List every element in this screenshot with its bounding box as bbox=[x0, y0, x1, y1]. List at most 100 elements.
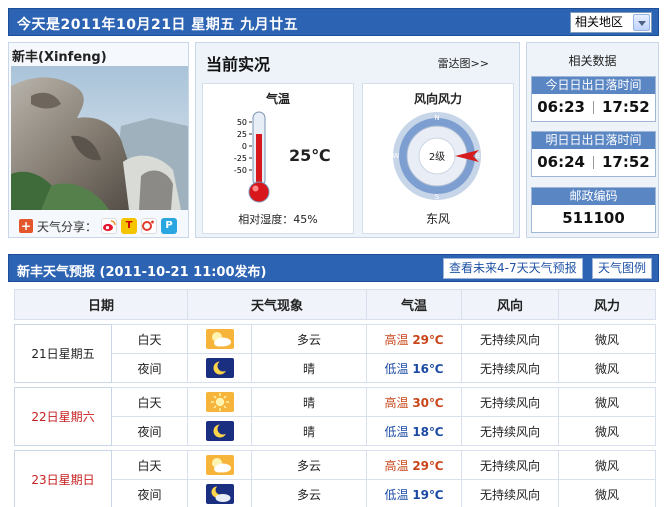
header-date: 日期 bbox=[13, 289, 189, 320]
forecast-date: 21日星期五 bbox=[14, 324, 112, 383]
forecast-table: 日期 天气现象 气温 风向 风力 21日星期五 白天 多云 高温 29℃ 无持续… bbox=[13, 289, 657, 507]
table-row: 夜间 多云 低温 19℃ 无持续风向 微风 bbox=[15, 479, 657, 507]
wind-direction: 无持续风向 bbox=[461, 479, 560, 507]
period-label: 白天 bbox=[110, 387, 189, 417]
city-panel: 新丰(Xinfeng) + 天气分享： T P bbox=[8, 42, 189, 238]
header-temperature: 气温 bbox=[366, 289, 463, 320]
thermometer-tick-label: 0 bbox=[242, 142, 247, 151]
thermometer-tick-label: -25 bbox=[234, 154, 247, 163]
compass-east-label: E bbox=[476, 152, 480, 160]
compass-south-label: S bbox=[435, 193, 440, 201]
today-sunset: 17:52 bbox=[602, 98, 650, 116]
header-weather: 天气现象 bbox=[187, 289, 368, 320]
date-header-bar: 今天是2011年10月21日 星期五 九月廿五 相关地区 bbox=[8, 8, 659, 36]
chevron-down-icon[interactable] bbox=[633, 14, 650, 31]
temp-label: 低温 bbox=[384, 361, 409, 376]
weather-text: 晴 bbox=[251, 416, 368, 446]
period-label: 白天 bbox=[110, 324, 189, 354]
forecast-title: 新丰天气预报 (2011-10-21 11:00发布) bbox=[17, 265, 267, 280]
period-label: 夜间 bbox=[110, 479, 189, 507]
sunny-icon bbox=[205, 392, 234, 412]
view-4-7-day-forecast-button[interactable]: 查看未来4-7天天气预报 bbox=[443, 258, 583, 279]
weather-text: 多云 bbox=[251, 450, 368, 480]
wind-direction: 无持续风向 bbox=[461, 416, 560, 446]
thermometer-icon: 50 25 0 -25 -50 bbox=[234, 111, 270, 203]
radar-map-link[interactable]: 雷达图>> bbox=[438, 55, 489, 71]
wind-force: 微风 bbox=[558, 416, 657, 446]
temp-value: 29℃ bbox=[412, 458, 444, 473]
postal-code-value: 511100 bbox=[562, 209, 625, 227]
tomorrow-sun-times: 明日日出日落时间 06:24 17:52 bbox=[531, 131, 656, 177]
today-sun-label: 今日日出日落时间 bbox=[532, 77, 655, 94]
weather-text: 晴 bbox=[251, 387, 368, 417]
weibo-share-icon[interactable] bbox=[101, 218, 118, 234]
temp-label: 高温 bbox=[384, 395, 409, 410]
wind-direction: 无持续风向 bbox=[461, 387, 560, 417]
temperature-panel-title: 气温 bbox=[265, 92, 290, 106]
weather-share: + 天气分享： T P bbox=[19, 217, 178, 235]
compass-north-label: N bbox=[434, 114, 439, 122]
current-date-text: 今天是2011年10月21日 星期五 九月廿五 bbox=[17, 17, 299, 33]
wind-direction: 无持续风向 bbox=[461, 450, 560, 480]
partly-cloudy-night-icon bbox=[205, 484, 234, 504]
table-row: 夜间 晴 低温 18℃ 无持续风向 微风 bbox=[15, 416, 657, 446]
temp-value: 29℃ bbox=[412, 332, 444, 347]
wind-force: 微风 bbox=[558, 450, 657, 480]
add-share-icon[interactable]: + bbox=[19, 219, 33, 233]
compass-west-label: W bbox=[393, 152, 400, 160]
table-row: 22日星期六 白天 晴 高温 30℃ 无持续风向 微风 bbox=[14, 387, 657, 446]
related-region-select[interactable]: 相关地区 bbox=[570, 12, 652, 33]
table-row: 23日星期日 白天 多云 高温 29℃ 无持续风向 微风 bbox=[14, 450, 657, 507]
wind-force: 微风 bbox=[558, 353, 657, 383]
temperature-panel: 气温 50 25 0 -25 -50 25℃ 相对湿度：45% bbox=[202, 83, 354, 234]
wind-panel-title: 风向风力 bbox=[413, 92, 462, 106]
tomorrow-sunset: 17:52 bbox=[602, 153, 650, 171]
today-sunrise: 06:23 bbox=[537, 98, 585, 116]
temp-label: 高温 bbox=[384, 332, 409, 347]
tomorrow-sunrise: 06:24 bbox=[537, 153, 585, 171]
wind-panel: 风向风力 N E S W 2级 东风 bbox=[362, 83, 514, 234]
share-label: 天气分享： bbox=[37, 219, 98, 234]
weather-text: 晴 bbox=[251, 353, 368, 383]
period-label: 夜间 bbox=[110, 416, 189, 446]
current-temperature: 25℃ bbox=[289, 146, 331, 165]
weather-text: 多云 bbox=[251, 324, 368, 354]
wind-force: 微风 bbox=[558, 324, 657, 354]
wind-direction: 无持续风向 bbox=[461, 324, 560, 354]
related-data-title: 相关数据 bbox=[568, 54, 617, 68]
kaixin-share-icon[interactable] bbox=[141, 218, 158, 234]
thermometer-tick-label: 50 bbox=[237, 118, 247, 127]
postal-code-label: 邮政编码 bbox=[532, 188, 655, 205]
temp-value: 19℃ bbox=[412, 487, 444, 502]
table-row: 21日星期五 白天 多云 高温 29℃ 无持续风向 微风 bbox=[14, 324, 657, 383]
period-label: 夜间 bbox=[110, 353, 189, 383]
current-conditions-panel: 当前实况 雷达图>> 气温 50 25 0 -25 -50 25℃ 相对湿度：4… bbox=[195, 42, 520, 238]
temp-value: 18℃ bbox=[412, 424, 444, 439]
temp-label: 高温 bbox=[384, 458, 409, 473]
header-wind-force: 风力 bbox=[558, 289, 657, 320]
weather-text: 多云 bbox=[251, 479, 368, 507]
temp-label: 低温 bbox=[384, 487, 409, 502]
region-select-value: 相关地区 bbox=[575, 15, 624, 29]
temp-label: 低温 bbox=[384, 424, 409, 439]
temp-value: 16℃ bbox=[412, 361, 444, 376]
forecast-date: 23日星期日 bbox=[14, 450, 112, 507]
table-row: 夜间 晴 低温 16℃ 无持续风向 微风 bbox=[15, 353, 657, 383]
weather-legend-button[interactable]: 天气图例 bbox=[592, 258, 653, 279]
clear-night-icon bbox=[205, 421, 234, 441]
tencent-weibo-share-icon[interactable]: T bbox=[121, 218, 138, 234]
tomorrow-sun-label: 明日日出日落时间 bbox=[532, 132, 655, 149]
wind-force: 微风 bbox=[558, 387, 657, 417]
period-label: 白天 bbox=[110, 450, 189, 480]
city-name: 新丰(Xinfeng) bbox=[12, 50, 107, 65]
qzone-share-icon[interactable]: P bbox=[161, 218, 178, 234]
forecast-date: 22日星期六 bbox=[14, 387, 112, 446]
relative-humidity: 相对湿度：45% bbox=[238, 213, 318, 226]
thermometer-tick-label: -50 bbox=[234, 166, 247, 175]
wind-direction: 无持续风向 bbox=[461, 353, 560, 383]
temp-value: 30℃ bbox=[412, 395, 444, 410]
wind-level-text: 2级 bbox=[429, 151, 445, 163]
postal-code-box: 邮政编码 511100 bbox=[531, 187, 656, 233]
today-sun-times: 今日日出日落时间 06:23 17:52 bbox=[531, 76, 656, 122]
current-conditions-title: 当前实况 bbox=[206, 55, 271, 74]
